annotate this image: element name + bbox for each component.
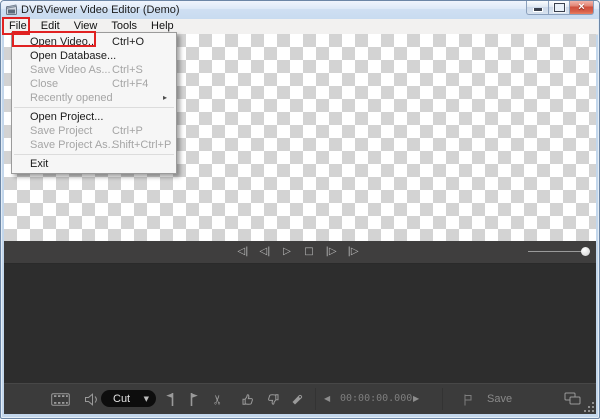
toolbar-separator	[315, 388, 316, 410]
toolbar-separator	[442, 388, 443, 410]
menu-item-open-video[interactable]: Open Video.. Ctrl+O	[12, 35, 176, 49]
menu-item-close[interactable]: Close Ctrl+F4	[12, 77, 176, 91]
menu-separator	[14, 107, 174, 108]
bottom-toolbar: Cut ▼ ✂ ◀ 00:00:00.000 ▶	[4, 383, 596, 414]
menu-item-open-project[interactable]: Open Project...	[12, 110, 176, 124]
timeline-area[interactable]	[4, 264, 596, 383]
app-window: DVBViewer Video Editor (Demo) × File Edi…	[0, 0, 600, 419]
timecode-next-icon[interactable]: ▶	[413, 394, 419, 403]
resize-grip[interactable]	[584, 402, 594, 412]
minimize-icon	[533, 8, 543, 12]
jump-start-icon[interactable]: ◁|	[237, 241, 249, 263]
stop-icon[interactable]: □	[303, 241, 315, 263]
menu-item-open-database[interactable]: Open Database...	[12, 49, 176, 63]
menu-item-save-video-as[interactable]: Save Video As... Ctrl+S	[12, 63, 176, 77]
menu-item-save-project[interactable]: Save Project Ctrl+P	[12, 124, 176, 138]
menu-item-recently-opened[interactable]: Recently opened ▸	[12, 91, 176, 105]
close-icon: ×	[578, 2, 584, 13]
menu-item-exit[interactable]: Exit	[12, 157, 176, 171]
titlebar[interactable]: DVBViewer Video Editor (Demo) ×	[1, 1, 599, 19]
slider-thumb[interactable]	[581, 247, 590, 256]
cut-scissors-icon[interactable]: ✂	[211, 394, 226, 405]
app-icon	[6, 4, 17, 15]
save-flag-icon	[463, 393, 473, 406]
jump-end-icon[interactable]: |▷	[347, 241, 359, 263]
file-menu-popup: Open Video.. Ctrl+O Open Database... Sav…	[11, 32, 177, 174]
window-title: DVBViewer Video Editor (Demo)	[21, 4, 180, 16]
chevron-down-icon: ▼	[144, 395, 149, 403]
export-tag-icon[interactable]	[291, 393, 304, 406]
maximize-icon	[554, 3, 565, 12]
submenu-arrow-icon: ▸	[163, 91, 167, 105]
set-end-flag-icon[interactable]	[189, 392, 200, 407]
timecode-prev-icon[interactable]: ◀	[324, 394, 330, 403]
window-controls: ×	[526, 1, 594, 15]
speaker-icon[interactable]	[84, 393, 99, 406]
transport-buttons: ◁| ◁| ▷ □ |▷ |▷	[237, 241, 359, 263]
save-button[interactable]: Save	[487, 393, 512, 405]
minimize-button[interactable]	[526, 1, 548, 15]
close-button[interactable]: ×	[570, 1, 594, 15]
detach-window-icon[interactable]	[564, 392, 581, 405]
zoom-slider[interactable]	[528, 241, 594, 263]
menu-item-save-project-as[interactable]: Save Project As.. Shift+Ctrl+P	[12, 138, 176, 152]
step-back-icon[interactable]: ◁|	[259, 241, 271, 263]
transport-bar: ◁| ◁| ▷ □ |▷ |▷	[4, 241, 596, 264]
thumbs-down-icon[interactable]	[266, 393, 280, 406]
step-forward-icon[interactable]: |▷	[325, 241, 337, 263]
set-start-flag-icon[interactable]	[164, 392, 175, 407]
edit-mode-value: Cut	[113, 393, 144, 405]
menu-separator	[14, 154, 174, 155]
play-icon[interactable]: ▷	[281, 241, 293, 263]
edit-mode-dropdown[interactable]: Cut ▼	[101, 390, 156, 407]
thumbs-up-icon[interactable]	[241, 393, 255, 406]
timecode-display: 00:00:00.000	[340, 389, 408, 408]
maximize-button[interactable]	[548, 1, 570, 15]
filmstrip-icon[interactable]	[51, 393, 70, 406]
